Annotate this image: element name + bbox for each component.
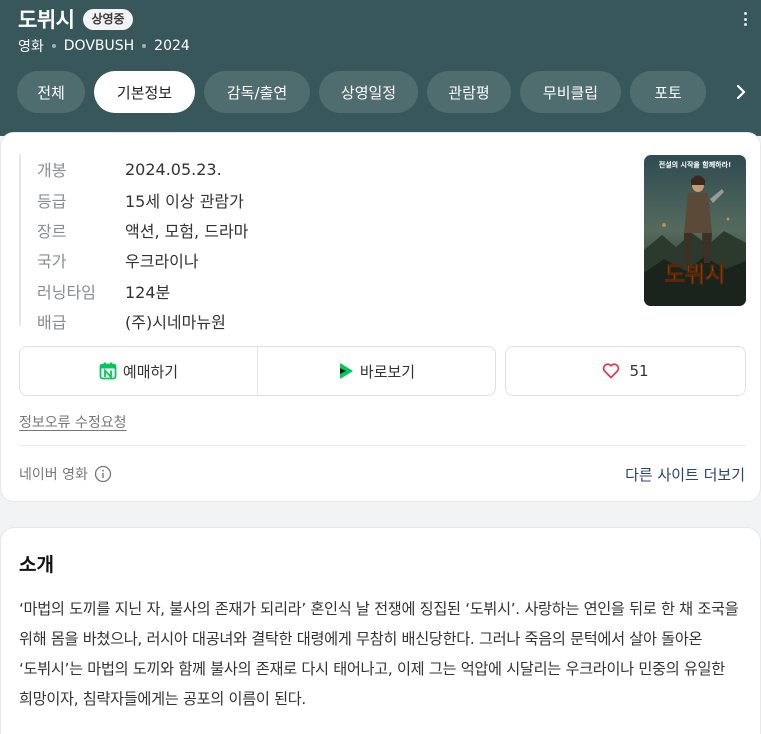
meta-year: 2024	[154, 38, 190, 54]
movie-header: 도뷔시 상영중 영화 DOVBUSH 2024 전체 기본정보 감독/출연 상영…	[0, 0, 761, 136]
info-icon[interactable]	[94, 465, 112, 483]
info-label: 러닝타임	[37, 282, 96, 302]
watch-now-button[interactable]: 바로보기	[257, 347, 495, 395]
movie-title: 도뷔시	[18, 8, 75, 32]
section-title: 소개	[19, 554, 54, 576]
more-options-icon[interactable]	[742, 12, 748, 28]
info-label: 개봉	[37, 161, 67, 181]
info-label: 장르	[37, 221, 67, 241]
info-label: 배급	[37, 313, 67, 333]
meta-type: 영화	[18, 39, 44, 55]
tab-basic-info[interactable]: 기본정보	[94, 71, 195, 113]
tab-movie-clip[interactable]: 무비클립	[520, 71, 621, 113]
like-count: 51	[629, 362, 649, 380]
info-value: 2024.05.23.	[125, 159, 222, 179]
info-row-genre: 장르 액션, 모험, 드라마	[21, 215, 248, 245]
info-row-rating: 등급 15세 이상 관람가	[21, 184, 248, 214]
reserve-label: 예매하기	[122, 362, 179, 381]
info-row-country: 국가 우크라이나	[21, 245, 248, 275]
tab-scroll-button[interactable]	[721, 71, 761, 113]
like-button[interactable]: 51	[505, 346, 746, 396]
info-value: 124분	[125, 282, 171, 302]
movie-poster[interactable]: 전설의 시작을 함께하라! 도뷔시	[644, 155, 746, 306]
info-value: 15세 이상 관람가	[125, 191, 244, 211]
info-list: 개봉 2024.05.23. 등급 15세 이상 관람가 장르 액션, 모험, …	[19, 154, 248, 332]
info-label: 등급	[37, 191, 67, 211]
heart-icon	[603, 363, 620, 379]
source-label: 네이버 영화	[19, 467, 88, 483]
play-icon	[339, 363, 353, 379]
more-sites-link[interactable]: 다른 사이트 더보기	[625, 464, 745, 485]
tab-photo[interactable]: 포토	[630, 71, 706, 113]
poster-title: 도뷔시	[665, 263, 726, 288]
action-button-group: 예매하기 바로보기	[19, 346, 496, 396]
info-value: 액션, 모험, 드라마	[125, 221, 249, 241]
chevron-right-icon	[736, 84, 746, 100]
status-badge: 상영중	[83, 8, 133, 30]
synopsis-text: ‘마법의 도끼를 지닌 자, 불사의 존재가 되리라’ 혼인식 날 전쟁에 징집…	[19, 600, 739, 708]
calendar-icon	[99, 362, 117, 380]
info-value: 우크라이나	[125, 252, 199, 272]
meta-original-title: DOVBUSH	[63, 38, 135, 54]
info-row-distributor: 배급 (주)시네마뉴원	[21, 306, 248, 336]
source-info: 네이버 영화	[19, 464, 112, 484]
basic-info-card: 개봉 2024.05.23. 등급 15세 이상 관람가 장르 액션, 모험, …	[0, 132, 761, 502]
info-label: 국가	[37, 252, 67, 272]
tab-reviews[interactable]: 관람평	[427, 71, 511, 113]
title-row: 도뷔시 상영중	[18, 4, 133, 34]
poster-tagline: 전설의 시작을 함께하라!	[659, 160, 731, 169]
meta-separator	[142, 44, 147, 48]
watch-now-label: 바로보기	[359, 362, 416, 381]
intro-card: 소개 ‘마법의 도끼를 지닌 자, 불사의 존재가 되리라’ 혼인식 날 전쟁에…	[0, 527, 761, 734]
tab-schedule[interactable]: 상영일정	[319, 71, 418, 113]
tab-cast[interactable]: 감독/출연	[204, 71, 310, 113]
meta-separator	[51, 44, 56, 48]
divider	[19, 445, 746, 446]
info-row-release: 개봉 2024.05.23.	[21, 154, 248, 184]
info-row-runtime: 러닝타임 124분	[21, 276, 248, 306]
report-error-link[interactable]: 정보오류 수정요청	[19, 412, 127, 432]
movie-meta: 영화 DOVBUSH 2024	[18, 36, 190, 56]
tab-all[interactable]: 전체	[17, 71, 85, 113]
info-value: (주)시네마뉴원	[125, 313, 226, 333]
tab-bar: 전체 기본정보 감독/출연 상영일정 관람평 무비클립 포토	[17, 71, 715, 113]
reserve-button[interactable]: 예매하기	[20, 347, 257, 395]
